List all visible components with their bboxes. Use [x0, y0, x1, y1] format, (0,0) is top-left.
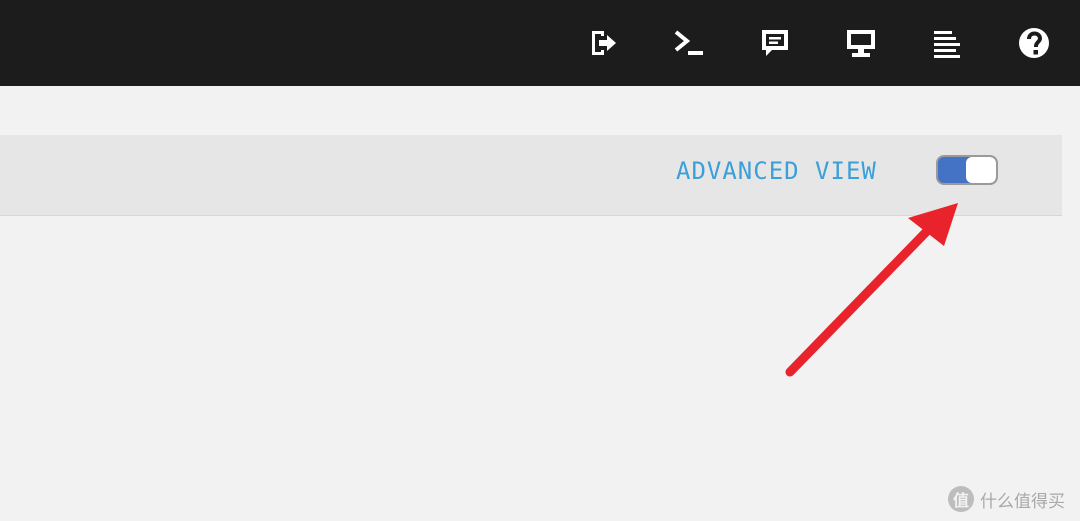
view-options-bar [0, 135, 1062, 216]
log-icon[interactable] [930, 26, 964, 60]
advanced-view-label: ADVANCED VIEW [676, 157, 877, 185]
advanced-view-toggle[interactable] [936, 155, 998, 185]
watermark-logo: 值 [948, 486, 974, 512]
top-nav-bar [0, 0, 1080, 86]
help-icon[interactable] [1017, 26, 1051, 60]
logout-icon[interactable] [586, 26, 620, 60]
watermark-text: 什么值得买 [980, 491, 1065, 512]
toggle-knob [966, 157, 996, 183]
message-icon[interactable] [758, 26, 792, 60]
watermark: 值 什么值得买 [948, 484, 1065, 514]
monitor-icon[interactable] [844, 26, 878, 60]
terminal-icon[interactable] [672, 26, 706, 60]
